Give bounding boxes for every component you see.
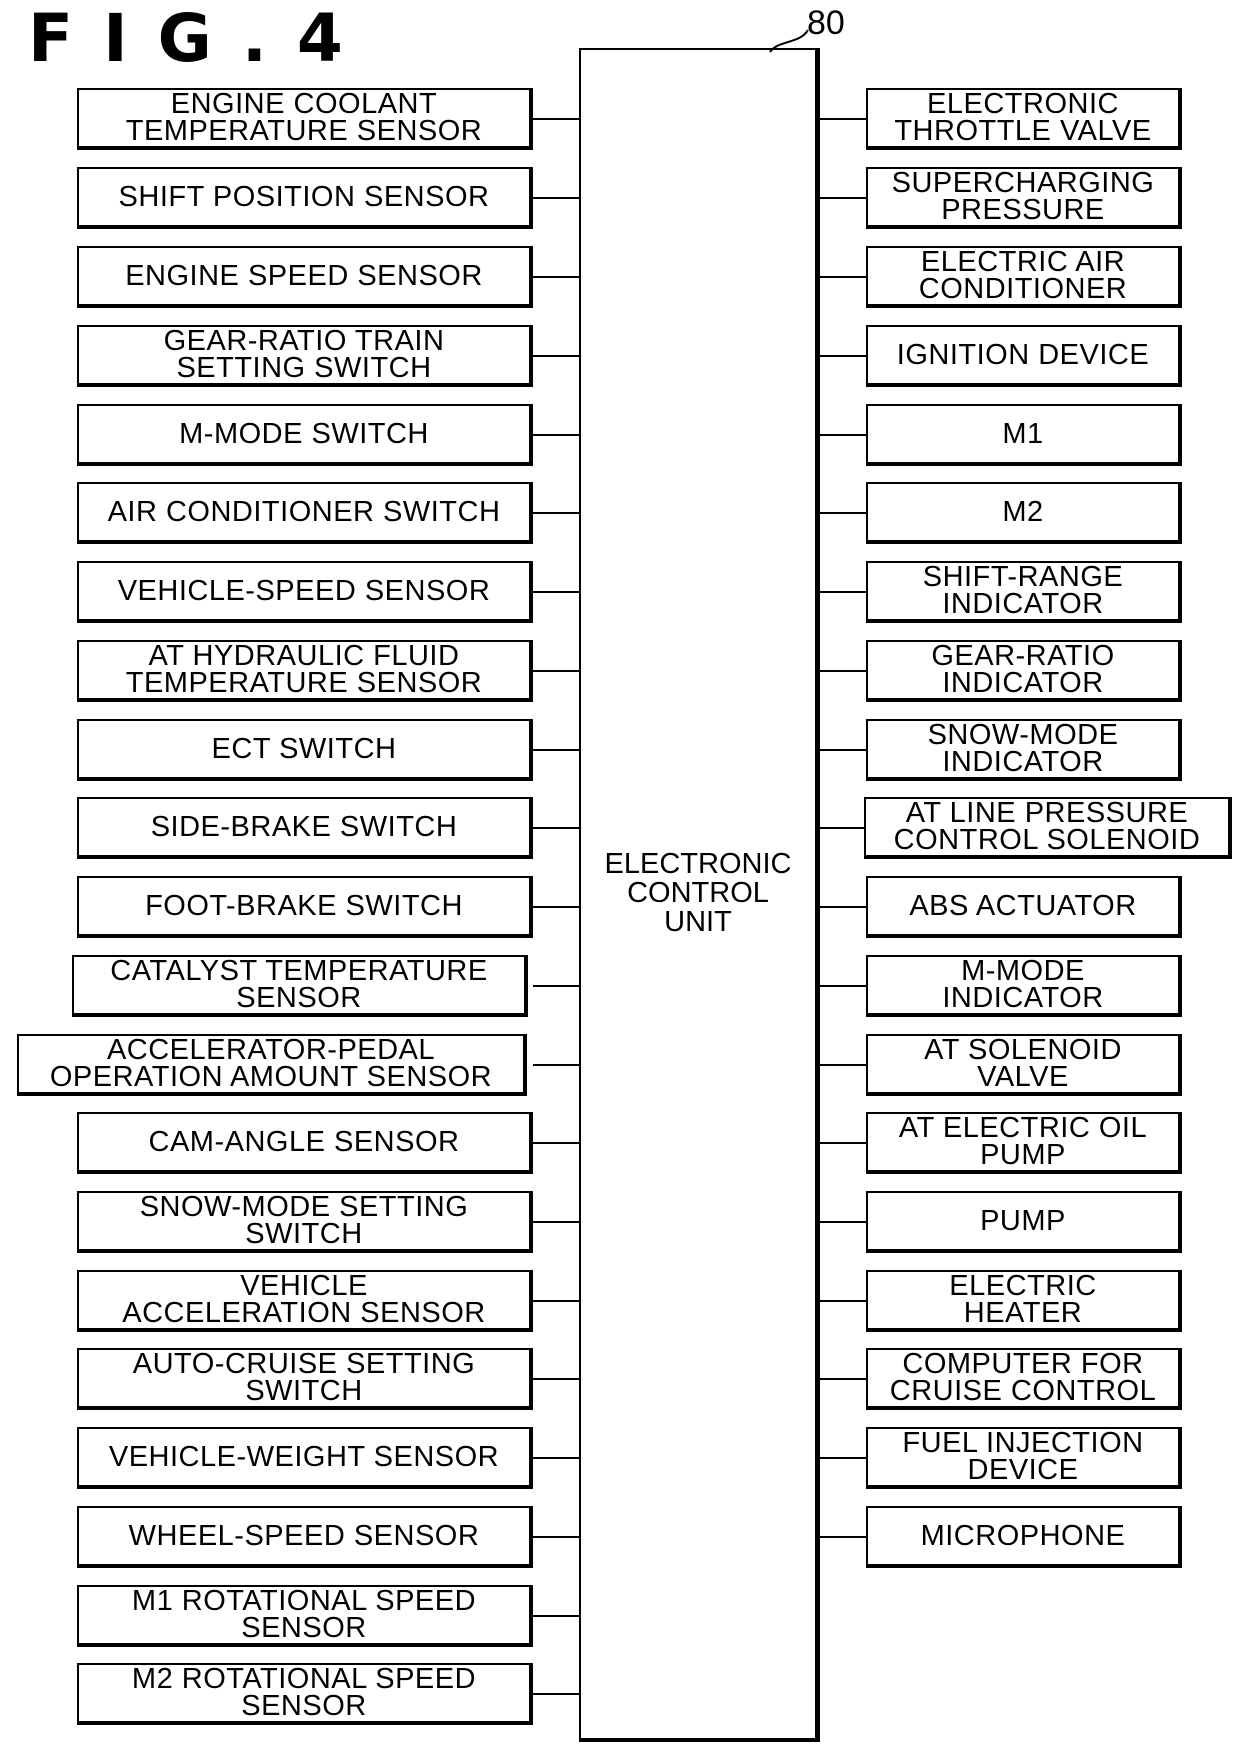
input-connector-line	[533, 512, 579, 514]
input-connector-line	[533, 1693, 579, 1695]
input-box-cam-angle-sensor: CAM-ANGLE SENSOR	[77, 1112, 533, 1174]
input-connector-line	[533, 276, 579, 278]
output-box-supercharging-pressure: SUPERCHARGING PRESSURE	[866, 167, 1182, 229]
input-connector-line	[533, 906, 579, 908]
output-connector-line	[820, 1300, 866, 1302]
input-box-auto-cruise-setting-switch: AUTO-CRUISE SETTING SWITCH	[77, 1348, 533, 1410]
input-connector-line	[533, 118, 579, 120]
input-box-accelerator-pedal-operation-amount-sensor: ACCELERATOR-PEDAL OPERATION AMOUNT SENSO…	[17, 1034, 527, 1096]
input-box-snow-mode-setting-switch: SNOW-MODE SETTING SWITCH	[77, 1191, 533, 1253]
input-box-vehicle-acceleration-sensor: VEHICLE ACCELERATION SENSOR	[77, 1270, 533, 1332]
output-box-ignition-device: IGNITION DEVICE	[866, 325, 1182, 387]
output-connector-line	[820, 434, 866, 436]
input-connector-line	[533, 434, 579, 436]
output-connector-line	[820, 1457, 866, 1459]
input-connector-line	[533, 591, 579, 593]
output-connector-line	[820, 985, 866, 987]
input-connector-line	[533, 985, 579, 987]
input-box-engine-speed-sensor: ENGINE SPEED SENSOR	[77, 246, 533, 308]
output-connector-line	[820, 1064, 866, 1066]
output-box-electric-air-conditioner: ELECTRIC AIR CONDITIONER	[866, 246, 1182, 308]
input-box-gear-ratio-train-setting-switch: GEAR-RATIO TRAIN SETTING SWITCH	[77, 325, 533, 387]
output-connector-line	[820, 276, 866, 278]
output-box-computer-for-cruise-control: COMPUTER FOR CRUISE CONTROL	[866, 1348, 1182, 1410]
input-connector-line	[533, 827, 579, 829]
input-box-wheel-speed-sensor: WHEEL-SPEED SENSOR	[77, 1506, 533, 1568]
output-connector-line	[820, 197, 866, 199]
input-box-shift-position-sensor: SHIFT POSITION SENSOR	[77, 167, 533, 229]
input-connector-line	[533, 197, 579, 199]
output-connector-line	[820, 355, 866, 357]
output-connector-line	[820, 1378, 866, 1380]
input-connector-line	[533, 749, 579, 751]
output-box-m1: M1	[866, 404, 1182, 466]
output-box-pump: PUMP	[866, 1191, 1182, 1253]
input-connector-line	[533, 1300, 579, 1302]
output-box-at-solenoid-valve: AT SOLENOID VALVE	[866, 1034, 1182, 1096]
input-box-foot-brake-switch: FOOT-BRAKE SWITCH	[77, 876, 533, 938]
output-connector-line	[820, 118, 866, 120]
input-box-ect-switch: ECT SWITCH	[77, 719, 533, 781]
output-box-at-electric-oil-pump: AT ELECTRIC OIL PUMP	[866, 1112, 1182, 1174]
ecu-label: ELECTRONIC CONTROL UNIT	[604, 848, 792, 938]
input-box-m-mode-switch: M-MODE SWITCH	[77, 404, 533, 466]
output-box-m2: M2	[866, 482, 1182, 544]
input-connector-line	[533, 1378, 579, 1380]
input-connector-line	[533, 1142, 579, 1144]
electronic-control-unit: ELECTRONIC CONTROL UNIT	[579, 48, 820, 1742]
output-connector-line	[820, 906, 866, 908]
input-box-engine-coolant-temperature-sensor: ENGINE COOLANT TEMPERATURE SENSOR	[77, 88, 533, 150]
input-box-vehicle-speed-sensor: VEHICLE-SPEED SENSOR	[77, 561, 533, 623]
output-box-microphone: MICROPHONE	[866, 1506, 1182, 1568]
output-box-fuel-injection-device: FUEL INJECTION DEVICE	[866, 1427, 1182, 1489]
output-box-at-line-pressure-control-solenoid: AT LINE PRESSURE CONTROL SOLENOID	[864, 797, 1232, 859]
input-box-vehicle-weight-sensor: VEHICLE-WEIGHT SENSOR	[77, 1427, 533, 1489]
output-connector-line	[820, 670, 866, 672]
output-box-electronic-throttle-valve: ELECTRONIC THROTTLE VALVE	[866, 88, 1182, 150]
input-box-catalyst-temperature-sensor: CATALYST TEMPERATURE SENSOR	[72, 955, 528, 1017]
output-connector-line	[820, 827, 866, 829]
output-connector-line	[820, 512, 866, 514]
output-box-shift-range-indicator: SHIFT-RANGE INDICATOR	[866, 561, 1182, 623]
input-connector-line	[533, 670, 579, 672]
input-connector-line	[533, 1536, 579, 1538]
output-connector-line	[820, 1142, 866, 1144]
input-box-at-hydraulic-fluid-temperature-sensor: AT HYDRAULIC FLUID TEMPERATURE SENSOR	[77, 640, 533, 702]
input-box-m1-rotational-speed-sensor: M1 ROTATIONAL SPEED SENSOR	[77, 1585, 533, 1647]
input-box-air-conditioner-switch: AIR CONDITIONER SWITCH	[77, 482, 533, 544]
output-box-m-mode-indicator: M-MODE INDICATOR	[866, 955, 1182, 1017]
output-connector-line	[820, 591, 866, 593]
input-connector-line	[533, 355, 579, 357]
input-connector-line	[533, 1615, 579, 1617]
input-box-side-brake-switch: SIDE-BRAKE SWITCH	[77, 797, 533, 859]
input-connector-line	[533, 1457, 579, 1459]
output-box-abs-actuator: ABS ACTUATOR	[866, 876, 1182, 938]
output-box-gear-ratio-indicator: GEAR-RATIO INDICATOR	[866, 640, 1182, 702]
output-connector-line	[820, 749, 866, 751]
output-connector-line	[820, 1536, 866, 1538]
output-box-snow-mode-indicator: SNOW-MODE INDICATOR	[866, 719, 1182, 781]
output-connector-line	[820, 1221, 866, 1223]
input-connector-line	[533, 1221, 579, 1223]
input-connector-line	[533, 1064, 579, 1066]
input-box-m2-rotational-speed-sensor: M2 ROTATIONAL SPEED SENSOR	[77, 1663, 533, 1725]
output-box-electric-heater: ELECTRIC HEATER	[866, 1270, 1182, 1332]
